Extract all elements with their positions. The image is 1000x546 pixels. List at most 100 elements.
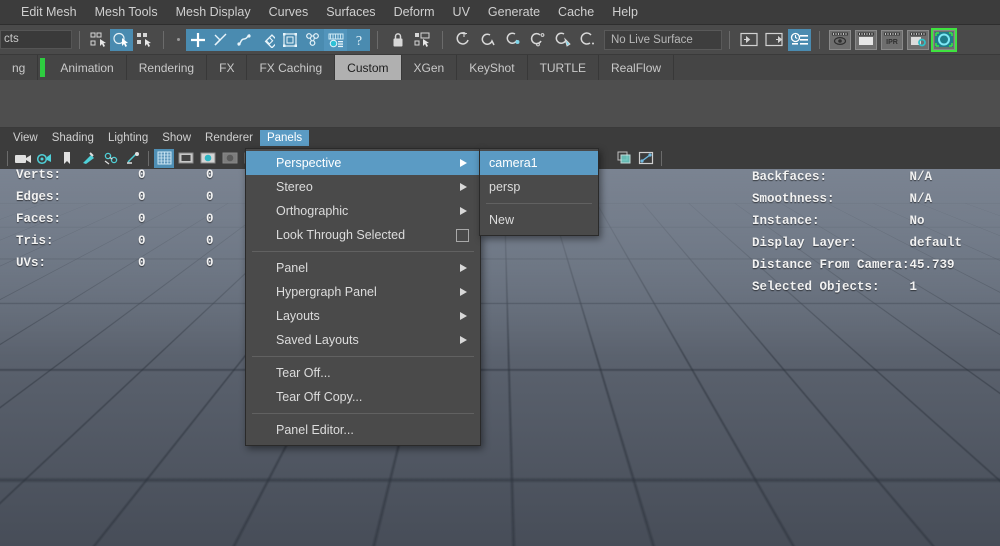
toolbar-dot-handle[interactable] bbox=[177, 38, 180, 41]
menu-edit-mesh[interactable]: Edit Mesh bbox=[12, 2, 86, 22]
image-plane-icon[interactable] bbox=[79, 149, 99, 168]
two-sided-lighting-icon[interactable] bbox=[101, 149, 121, 168]
open-channel-box-icon[interactable] bbox=[788, 28, 811, 51]
tab-keyshot[interactable]: KeyShot bbox=[457, 55, 528, 80]
vp-menu-view[interactable]: View bbox=[6, 130, 45, 146]
vp-menu-show[interactable]: Show bbox=[155, 130, 198, 146]
open-outliner-icon[interactable] bbox=[738, 29, 761, 51]
tab-custom[interactable]: Custom bbox=[335, 55, 402, 80]
menu-deform[interactable]: Deform bbox=[385, 2, 444, 22]
menu-mesh-display[interactable]: Mesh Display bbox=[167, 2, 260, 22]
select-by-component-icon[interactable] bbox=[133, 29, 156, 51]
select-by-object-icon[interactable] bbox=[110, 28, 133, 51]
submenu-item-camera1[interactable]: camera1 bbox=[480, 151, 598, 175]
menu-item-tear-off[interactable]: Tear Off... bbox=[246, 361, 480, 385]
menu-surfaces[interactable]: Surfaces bbox=[317, 2, 384, 22]
ipr-render-icon[interactable]: IPR bbox=[881, 29, 903, 50]
surface-snap-icon[interactable] bbox=[551, 29, 574, 51]
menu-uv[interactable]: UV bbox=[444, 2, 479, 22]
select-by-hierarchy-icon[interactable] bbox=[87, 29, 110, 51]
submenu-item-persp[interactable]: persp bbox=[480, 175, 598, 199]
bookmark-icon[interactable] bbox=[57, 149, 77, 168]
help-icon[interactable]: ? bbox=[347, 28, 370, 51]
tab-modeling[interactable]: ng bbox=[0, 55, 39, 80]
menu-item-tear-off-copy[interactable]: Tear Off Copy... bbox=[246, 385, 480, 409]
chevron-right-icon bbox=[460, 207, 467, 215]
menu-item-hypergraph-panel[interactable]: Hypergraph Panel bbox=[246, 280, 480, 304]
film-gate-icon[interactable] bbox=[176, 149, 196, 168]
menu-mesh-tools[interactable]: Mesh Tools bbox=[86, 2, 167, 22]
hud-row: Backfaces: N/A bbox=[752, 166, 962, 188]
menu-curves[interactable]: Curves bbox=[260, 2, 318, 22]
viewport-toolbar-divider bbox=[661, 150, 662, 166]
toolbar-divider bbox=[729, 30, 730, 49]
menu-generate[interactable]: Generate bbox=[479, 2, 549, 22]
toolbar-divider bbox=[163, 30, 164, 49]
render-sequence-icon[interactable] bbox=[855, 29, 877, 50]
live-surface-field[interactable]: No Live Surface bbox=[604, 29, 722, 50]
checkbox-icon[interactable] bbox=[456, 229, 469, 242]
panels-dropdown-menu[interactable]: Perspective Stereo Orthographic Look Throug… bbox=[245, 148, 481, 446]
make-live-icon[interactable] bbox=[324, 28, 347, 51]
menu-item-label: Tear Off... bbox=[276, 366, 331, 380]
tab-xgen[interactable]: XGen bbox=[402, 55, 458, 80]
uv-snap-icon[interactable] bbox=[576, 29, 599, 51]
grid-toggle-icon[interactable] bbox=[154, 148, 174, 168]
xray-icon[interactable] bbox=[614, 149, 634, 168]
magnet-snap-icon[interactable] bbox=[501, 29, 524, 51]
menu-item-orthographic[interactable]: Orthographic bbox=[246, 199, 480, 223]
snap-to-point-icon[interactable] bbox=[232, 28, 255, 51]
menu-help[interactable]: Help bbox=[603, 2, 647, 22]
vp-menu-panels[interactable]: Panels bbox=[259, 129, 310, 146]
menu-item-saved-layouts[interactable]: Saved Layouts bbox=[246, 328, 480, 352]
perspective-submenu[interactable]: camera1 persp New bbox=[479, 148, 599, 236]
snap-to-curve-icon[interactable] bbox=[209, 28, 232, 51]
snap-to-projected-icon[interactable] bbox=[278, 28, 301, 51]
shelf-icon-strip bbox=[0, 80, 1000, 128]
shelf-tab-bar: ng Animation Rendering FX FX Caching Custom XG… bbox=[0, 55, 1000, 80]
render-settings-icon[interactable] bbox=[907, 29, 929, 50]
submenu-item-new[interactable]: New bbox=[480, 208, 598, 232]
menu-separator bbox=[252, 251, 474, 252]
menu-separator bbox=[252, 356, 474, 357]
vp-menu-shading[interactable]: Shading bbox=[45, 130, 101, 146]
camera-attributes-icon[interactable] bbox=[35, 149, 55, 168]
camera-icon[interactable] bbox=[13, 149, 33, 168]
hud-value: N/A bbox=[909, 169, 933, 184]
shadows-icon[interactable] bbox=[123, 149, 143, 168]
menu-cache[interactable]: Cache bbox=[549, 2, 603, 22]
hud-label: Backfaces: bbox=[752, 169, 828, 184]
menu-item-panel[interactable]: Panel bbox=[246, 256, 480, 280]
menu-item-panel-editor[interactable]: Panel Editor... bbox=[246, 418, 480, 442]
select-constraint-icon[interactable] bbox=[411, 29, 434, 51]
lock-icon[interactable] bbox=[386, 29, 409, 51]
vp-menu-renderer[interactable]: Renderer bbox=[198, 130, 260, 146]
menu-item-layouts[interactable]: Layouts bbox=[246, 304, 480, 328]
tab-realflow[interactable]: RealFlow bbox=[599, 55, 675, 80]
construction-history-icon[interactable] bbox=[451, 29, 474, 51]
tab-animation[interactable]: Animation bbox=[48, 55, 127, 80]
vp-menu-lighting[interactable]: Lighting bbox=[101, 130, 155, 146]
resolution-gate-icon[interactable] bbox=[198, 149, 218, 168]
open-attribute-editor-icon[interactable] bbox=[763, 29, 786, 51]
snap-to-view-plane-icon[interactable] bbox=[301, 28, 324, 51]
viewport-menu-bar: View Shading Lighting Show Renderer Panels bbox=[0, 128, 1000, 147]
menu-item-look-through-selected[interactable]: Look Through Selected bbox=[246, 223, 480, 247]
menu-separator bbox=[486, 203, 592, 204]
menu-item-stereo[interactable]: Stereo bbox=[246, 175, 480, 199]
xray-joints-icon[interactable] bbox=[636, 149, 656, 168]
render-view-icon[interactable] bbox=[829, 29, 851, 50]
selection-name-input[interactable]: cts bbox=[0, 30, 72, 49]
tab-fx[interactable]: FX bbox=[207, 55, 248, 80]
tab-fx-caching[interactable]: FX Caching bbox=[247, 55, 336, 80]
tab-rendering[interactable]: Rendering bbox=[127, 55, 208, 80]
menu-item-perspective[interactable]: Perspective bbox=[246, 151, 480, 175]
tab-turtle[interactable]: TURTLE bbox=[528, 55, 600, 80]
move-icon[interactable] bbox=[186, 28, 209, 51]
point-snap-icon[interactable] bbox=[526, 29, 549, 51]
curve-snap-icon[interactable] bbox=[476, 29, 499, 51]
snap-to-grid-icon[interactable] bbox=[255, 28, 278, 51]
hypershade-icon[interactable] bbox=[931, 27, 957, 52]
toolbar-divider bbox=[79, 30, 80, 49]
gate-mask-icon[interactable] bbox=[220, 149, 240, 168]
